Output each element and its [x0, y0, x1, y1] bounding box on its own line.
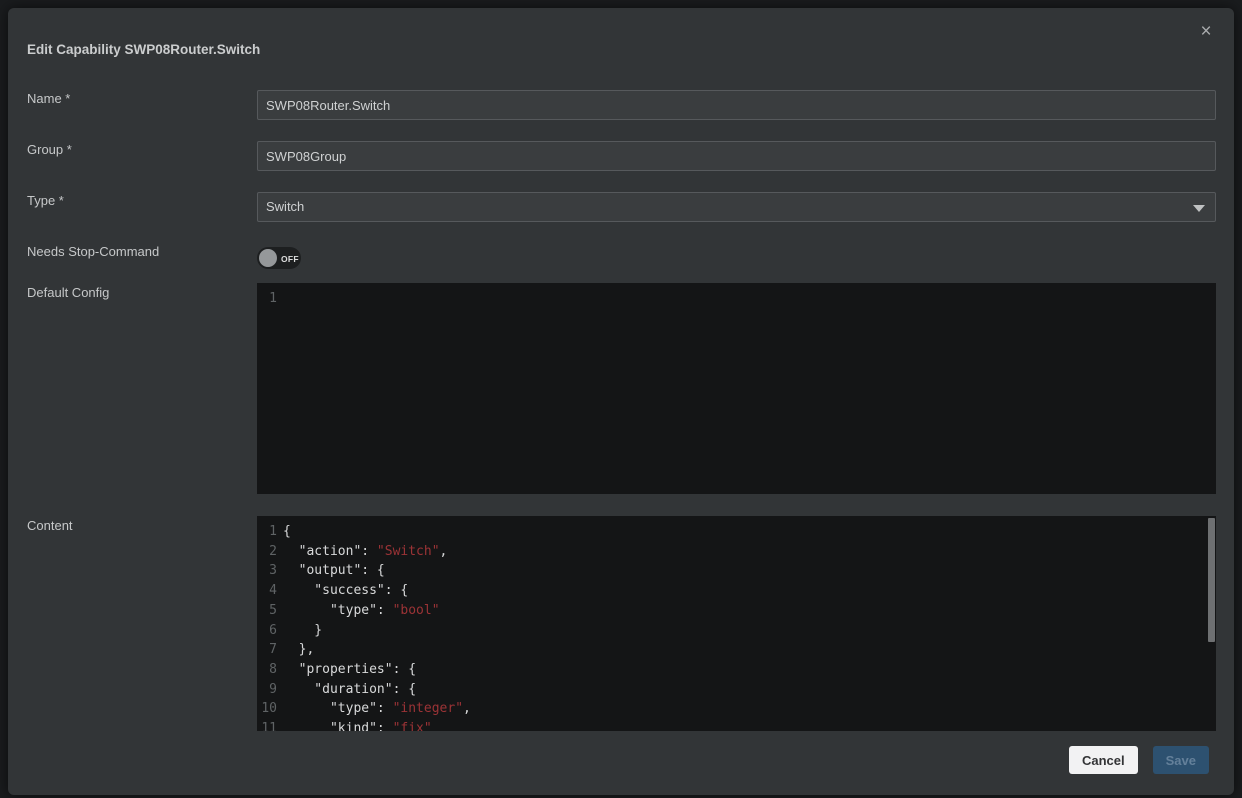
name-input[interactable]	[257, 90, 1216, 120]
toggle-knob	[259, 249, 277, 267]
code-line: 5 "type": "bool"	[257, 601, 1216, 621]
group-label: Group *	[27, 142, 72, 157]
content-editor-scrollbar[interactable]	[1208, 518, 1215, 642]
code-line: 1{	[257, 522, 1216, 542]
content-editor-lines: 1{2 "action": "Switch",3 "output": {4 "s…	[257, 516, 1216, 731]
group-input[interactable]	[257, 141, 1216, 171]
dialog-title: Edit Capability SWP08Router.Switch	[27, 42, 260, 57]
edit-capability-dialog: × Edit Capability SWP08Router.Switch Nam…	[8, 8, 1234, 795]
type-select-value: Switch	[266, 199, 304, 214]
default-config-editor-lines: 1	[257, 283, 1216, 309]
code-line: 9 "duration": {	[257, 680, 1216, 700]
code-line: 2 "action": "Switch",	[257, 542, 1216, 562]
code-line: 4 "success": {	[257, 581, 1216, 601]
needs-stop-command-toggle[interactable]: OFF	[257, 247, 301, 269]
dialog-footer: Cancel Save	[1069, 746, 1209, 774]
code-line: 10 "type": "integer",	[257, 699, 1216, 719]
screen-backdrop: × Edit Capability SWP08Router.Switch Nam…	[0, 0, 1242, 798]
chevron-down-icon	[1193, 205, 1205, 212]
code-line: 6 }	[257, 621, 1216, 641]
code-line: 3 "output": {	[257, 561, 1216, 581]
needs-stop-command-label: Needs Stop-Command	[27, 244, 159, 259]
close-icon[interactable]: ×	[1194, 20, 1218, 44]
toggle-state-label: OFF	[281, 254, 299, 264]
type-select[interactable]: Switch	[257, 192, 1216, 222]
code-line: 11 "kind": "fix"	[257, 719, 1216, 731]
content-label: Content	[27, 518, 73, 533]
code-line: 8 "properties": {	[257, 660, 1216, 680]
default-config-label: Default Config	[27, 285, 109, 300]
save-button[interactable]: Save	[1153, 746, 1209, 774]
name-label: Name *	[27, 91, 70, 106]
code-line: 1	[257, 289, 1216, 309]
content-editor[interactable]: 1{2 "action": "Switch",3 "output": {4 "s…	[257, 516, 1216, 731]
code-line: 7 },	[257, 640, 1216, 660]
cancel-button[interactable]: Cancel	[1069, 746, 1138, 774]
default-config-editor[interactable]: 1	[257, 283, 1216, 494]
type-label: Type *	[27, 193, 64, 208]
